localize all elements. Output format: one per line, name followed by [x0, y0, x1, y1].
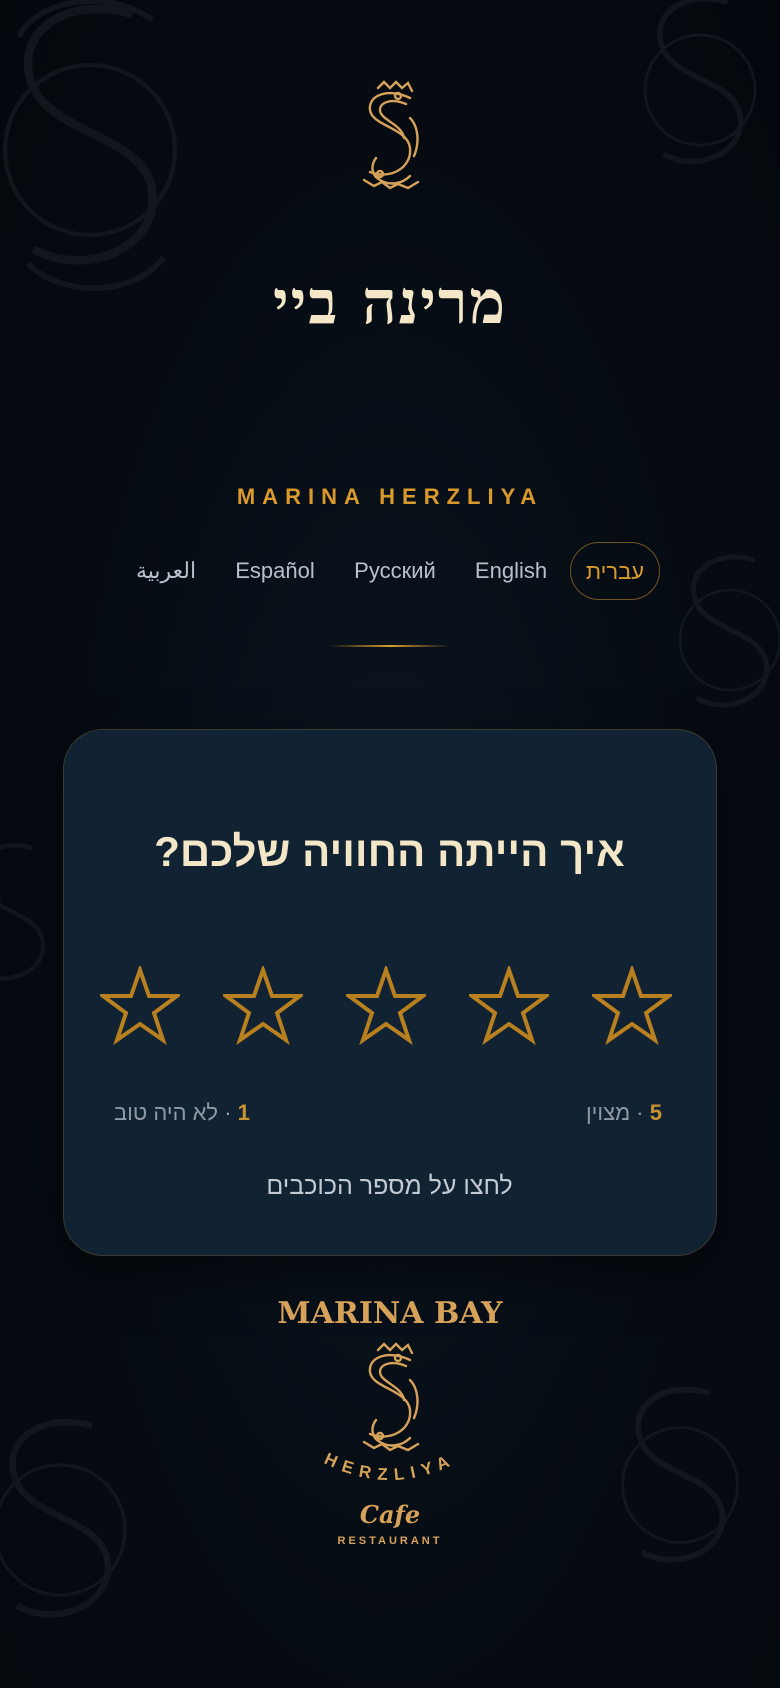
rating-hint: לחצו על מספר הכוכבים [266, 1172, 513, 1200]
lang-option-english[interactable]: English [468, 542, 554, 600]
lang-option-russian[interactable]: Русский [348, 542, 442, 600]
star-1-icon[interactable] [100, 966, 180, 1046]
logo-monogram-icon [362, 80, 420, 190]
star-4-icon[interactable] [469, 966, 549, 1046]
gold-divider [330, 645, 450, 647]
page: מרינה ביי MARINA HERZLIYA العربية Españo… [0, 0, 780, 1688]
scale-high-label: 5 · מצוין [586, 1100, 662, 1126]
scale-low-text: · לא היה טוב [114, 1100, 238, 1125]
star-5-icon[interactable] [592, 966, 672, 1046]
lang-option-spanish[interactable]: Español [230, 542, 320, 600]
star-3-icon[interactable] [346, 966, 426, 1046]
language-selector: العربية Español Русский English עברית [0, 542, 780, 600]
scale-low-number: 1 [237, 1100, 250, 1125]
scale-high-number: 5 [649, 1100, 662, 1125]
footer-restaurant-text: RESTAURANT [337, 1535, 443, 1547]
background-monogram-icon [643, 0, 757, 165]
background-monogram-icon [621, 1386, 739, 1563]
footer-location-arc: HERZLIYA [321, 1449, 458, 1484]
scale-low-label: 1 · לא היה טוב [114, 1100, 250, 1126]
footer-cafe-text: Cafe [359, 1500, 421, 1529]
rating-card: איך הייתה החוויה שלכם? 1 · לא היה טוב 5 … [63, 729, 717, 1256]
location-subtitle: MARINA HERZLIYA [236, 484, 544, 509]
footer-brand-name: MARINA BAY [277, 1296, 503, 1331]
svg-text:HERZLIYA: HERZLIYA [321, 1449, 458, 1484]
star-2-icon[interactable] [223, 966, 303, 1046]
rating-question: איך הייתה החוויה שלכם? [154, 828, 625, 875]
restaurant-title-hebrew: מרינה ביי [272, 268, 508, 338]
scale-high-text: · מצוין [585, 1100, 650, 1125]
footer-location-text: HERZLIYA [321, 1449, 451, 1484]
lang-option-hebrew[interactable]: עברית [570, 542, 660, 600]
lang-option-arabic[interactable]: العربية [126, 542, 206, 600]
background-monogram-icon [0, 1418, 127, 1618]
